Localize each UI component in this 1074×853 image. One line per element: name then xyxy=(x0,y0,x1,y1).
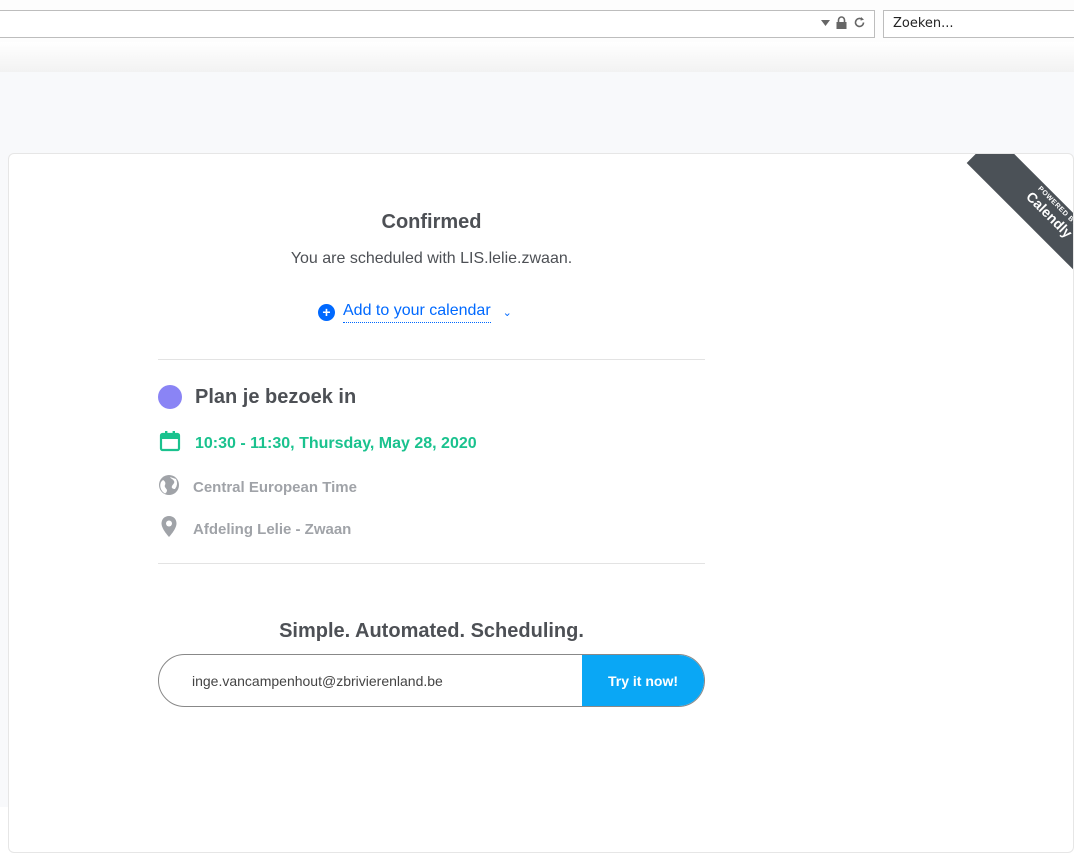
browser-toolbar: Zoeken... xyxy=(0,0,1074,42)
browser-nav-band xyxy=(0,42,1074,72)
try-it-now-button[interactable]: Try it now! xyxy=(582,655,704,706)
event-time-row: 10:30 - 11:30, Thursday, May 28, 2020 xyxy=(158,429,477,458)
signup-form: Try it now! xyxy=(158,654,705,707)
chevron-down-icon: ⌄ xyxy=(502,307,512,319)
event-location: Afdeling Lelie - Zwaan xyxy=(193,521,352,538)
address-bar[interactable] xyxy=(0,10,875,38)
email-field[interactable] xyxy=(159,655,584,706)
powered-by-ribbon[interactable]: POWERED BY Calendly xyxy=(943,154,1073,284)
event-time: 10:30 - 11:30, Thursday, May 28, 2020 xyxy=(195,434,477,452)
promo-slogan: Simple. Automated. Scheduling. xyxy=(279,620,584,642)
event-color-dot xyxy=(158,385,182,409)
divider-top xyxy=(158,359,705,360)
event-timezone: Central European Time xyxy=(193,479,357,496)
event-location-row: Afdeling Lelie - Zwaan xyxy=(158,515,351,544)
dropdown-arrow-icon[interactable] xyxy=(821,19,830,26)
globe-icon xyxy=(158,474,180,501)
add-to-calendar-link[interactable]: + Add to your calendar ⌄ xyxy=(318,302,512,323)
reload-icon[interactable] xyxy=(853,16,866,29)
confirmation-card: POWERED BY Calendly Confirmed You are sc… xyxy=(8,153,1074,853)
calendar-icon xyxy=(158,429,182,458)
event-name: Plan je bezoek in xyxy=(195,385,357,408)
location-pin-icon xyxy=(158,515,180,544)
lock-icon[interactable] xyxy=(836,16,847,29)
add-to-calendar-label: Add to your calendar xyxy=(343,302,491,323)
divider-bottom xyxy=(158,563,705,564)
address-bar-tools xyxy=(821,16,866,29)
scheduled-with-text: You are scheduled with LIS.lelie.zwaan. xyxy=(290,250,573,267)
plus-circle-icon: + xyxy=(318,304,335,321)
browser-search-input[interactable]: Zoeken... xyxy=(883,10,1074,38)
event-timezone-row: Central European Time xyxy=(158,474,357,501)
page-title: Confirmed xyxy=(381,211,482,233)
event-name-row: Plan je bezoek in xyxy=(158,385,356,409)
